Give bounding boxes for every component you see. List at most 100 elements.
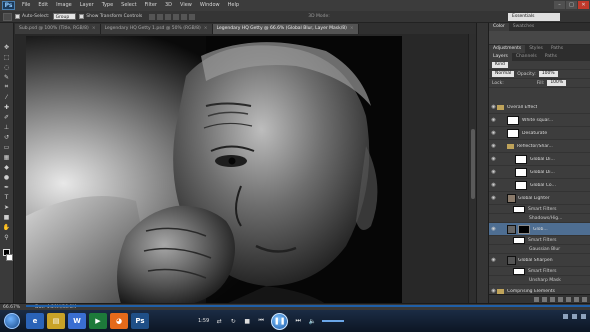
menu-edit[interactable]: Edit [34,0,52,11]
tab-paths-top[interactable]: Paths [547,45,567,53]
eyedropper-tool-icon[interactable]: ⁄ [2,93,11,101]
network-icon[interactable] [563,314,568,319]
menu-3d[interactable]: 3D [161,0,176,11]
add-style-icon[interactable] [542,296,547,302]
visibility-icon[interactable]: ◉ [490,257,497,263]
new-layer-icon[interactable] [574,296,579,302]
scrollbar-thumb[interactable] [471,129,475,199]
explorer-icon[interactable]: e [26,313,44,329]
layer-thumbnail[interactable] [507,255,516,265]
visibility-icon[interactable]: ◉ [490,143,497,149]
visibility-icon[interactable]: ◉ [490,117,497,123]
filter-mask-thumbnail[interactable] [513,205,525,213]
align-top-icon[interactable] [149,13,156,20]
menu-window[interactable]: Window [196,0,224,11]
smart-filters-row[interactable]: Smart Filters [489,205,590,214]
smart-filters-row[interactable]: Smart Filters [489,236,590,245]
visibility-icon[interactable]: ◉ [490,156,497,162]
layer-mask-thumbnail[interactable] [507,128,519,138]
tab-legendary-getty[interactable]: Legendary HQ Getty @ 66.6% (Global Blur,… [212,24,359,34]
align-middle-icon[interactable] [157,13,164,20]
quick-select-tool-icon[interactable]: ✎ [2,73,11,81]
menu-type[interactable]: Type [98,0,117,11]
layer-global-sharpen[interactable]: ◉ Global Sharpen [489,254,590,267]
start-button[interactable] [4,313,20,329]
history-brush-tool-icon[interactable]: ↺ [2,133,11,141]
firefox-icon[interactable]: ◕ [110,313,128,329]
volume-icon[interactable]: 🔈 [308,317,316,325]
layer-thumbnail[interactable] [507,193,516,203]
close-tab-icon[interactable]: × [204,26,208,31]
layer-desaturate[interactable]: ◉ Desaturate [489,127,590,140]
opacity-field[interactable]: 100% [538,71,558,77]
next-icon[interactable]: ⏭ [294,317,302,325]
tab-sub-psd[interactable]: Sub.psd @ 100% (Title, RGB/8) × [15,24,101,34]
layer-reflector-sharpen[interactable]: ◉ Reflector/Shar... [489,140,590,153]
workspace-dropdown[interactable]: Essentials [508,13,560,21]
transform-controls-checkbox[interactable]: Show Transform Controls [79,14,142,19]
filter-mask-thumbnail[interactable] [513,236,525,244]
layer-global-lighter[interactable]: ◉ Global Lighter [489,192,590,205]
auto-select-dropdown[interactable]: Group [52,13,77,20]
dodge-tool-icon[interactable]: ● [2,173,11,181]
healing-tool-icon[interactable]: ✚ [2,103,11,111]
menu-view[interactable]: View [176,0,196,11]
menu-select[interactable]: Select [117,0,140,11]
eraser-tool-icon[interactable]: ▭ [2,143,11,151]
tab-color[interactable]: Color [489,23,509,31]
tab-legendary-getty-1[interactable]: Legendary HQ Getty 1.psd @ 50% (RGB/8) × [100,24,213,34]
visibility-icon[interactable]: ◉ [490,169,497,175]
photoshop-icon[interactable]: Ps [131,313,149,329]
gradient-tool-icon[interactable]: ▦ [2,153,11,161]
folder-icon[interactable]: ▤ [47,313,65,329]
close-icon[interactable]: ✕ [578,1,589,9]
flag-icon[interactable] [581,314,586,319]
pen-tool-icon[interactable]: ✒ [2,183,11,191]
zoom-level[interactable]: 66.67% [3,305,20,310]
repeat-icon[interactable]: ↻ [229,317,237,325]
zoom-tool-icon[interactable]: ⚲ [2,233,11,241]
align-right-icon[interactable] [189,13,196,20]
stop-icon[interactable]: ■ [243,317,251,325]
video-progress-bar[interactable] [26,305,590,307]
move-tool-preset-icon[interactable] [3,12,12,21]
link-layers-icon[interactable] [534,296,539,302]
clone-stamp-tool-icon[interactable]: ⊥ [2,123,11,131]
crop-tool-icon[interactable]: ⌗ [2,83,11,91]
filter-row-unsharp-mask[interactable]: Unsharp Mask [489,276,590,285]
path-select-tool-icon[interactable]: ➤ [2,203,11,211]
layer-global-di-1[interactable]: ◉ Global Di... [489,153,590,166]
visibility-icon[interactable]: ◉ [490,195,497,201]
filter-row-gaussian-blur[interactable]: Gaussian Blur [489,245,590,254]
layer-mask-thumbnail[interactable] [507,115,519,125]
volume-slider[interactable] [322,320,345,322]
word-icon[interactable]: W [68,313,86,329]
shape-tool-icon[interactable]: ■ [2,213,11,221]
align-bottom-icon[interactable] [165,13,172,20]
new-group-icon[interactable] [566,296,571,302]
document-image[interactable] [26,36,402,304]
menu-image[interactable]: Image [52,0,76,11]
close-tab-icon[interactable]: × [350,26,354,31]
hand-tool-icon[interactable]: ✋ [2,223,11,231]
layer-mask-thumbnail[interactable] [515,154,527,164]
tab-layers[interactable]: Layers [489,53,512,61]
move-tool-icon[interactable]: ✥ [2,43,11,51]
canvas-area[interactable] [15,34,468,304]
collapsed-panels-strip[interactable] [476,23,488,303]
layer-mask-thumbnail[interactable] [518,224,530,234]
layer-global-co[interactable]: ◉ Global Co... [489,179,590,192]
play-pause-button[interactable]: ❚❚ [271,312,289,330]
minimize-icon[interactable]: – [554,1,565,9]
media-icon[interactable]: ▶ [89,313,107,329]
align-center-icon[interactable] [181,13,188,20]
auto-select-checkbox[interactable]: Auto-Select: [15,14,50,19]
layer-mask-thumbnail[interactable] [515,167,527,177]
menu-help[interactable]: Help [224,0,243,11]
lasso-tool-icon[interactable]: ◌ [2,63,11,71]
type-tool-icon[interactable]: T [2,193,11,201]
tab-paths[interactable]: Paths [541,53,561,61]
vertical-scrollbar[interactable] [468,34,476,304]
background-color-swatch[interactable] [5,254,13,261]
fill-field[interactable]: 100% [547,80,567,86]
